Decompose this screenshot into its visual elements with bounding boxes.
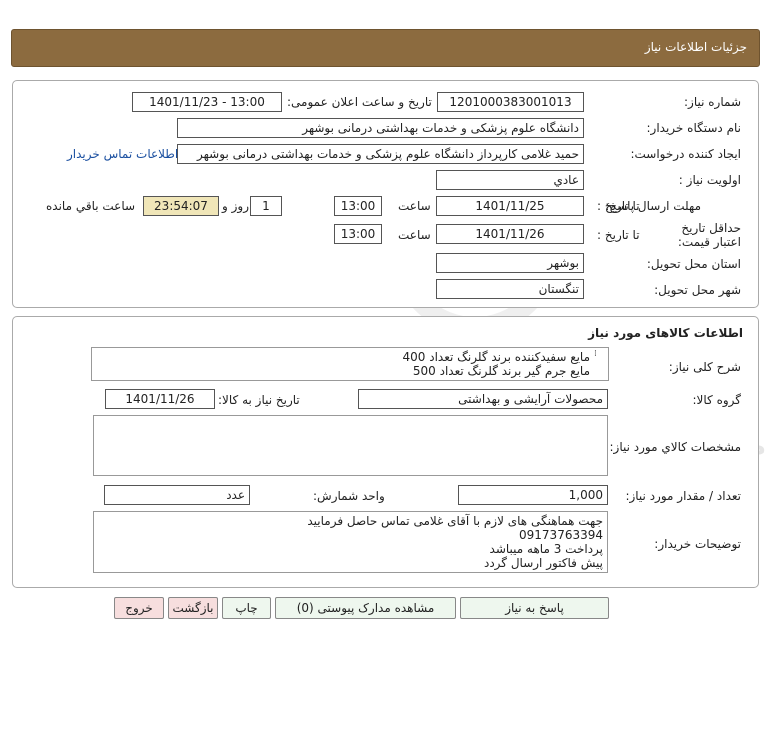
goods-section-title: اطلاعات کالاهای مورد نیاز	[588, 326, 743, 340]
days-field: 1	[250, 196, 282, 216]
reply-to-date-label: تا تاریخ :	[597, 199, 640, 213]
buyer-org-field: دانشگاه علوم پزشکی و خدمات بهداشتی درمان…	[177, 118, 584, 138]
reply-date-field: 1401/11/25	[436, 196, 584, 216]
description-field: مایع سفیدکننده برند گلرنگ تعداد 400 مایع…	[91, 347, 609, 381]
validity-to-date-label: تا تاریخ :	[597, 228, 640, 242]
qty-label: تعداد / مقدار مورد نیاز:	[625, 489, 741, 503]
need-number-field: 1201000383001013	[437, 92, 584, 112]
print-button[interactable]: چاپ	[222, 597, 271, 619]
priority-field: عادي	[436, 170, 584, 190]
unit-label: واحد شمارش:	[313, 489, 385, 503]
reply-time-label: ساعت	[398, 199, 431, 213]
back-button[interactable]: بازگشت	[168, 597, 218, 619]
note-line-4: پیش فاکتور ارسال گردد	[483, 556, 603, 570]
remaining-label: ساعت باقي مانده	[46, 199, 136, 213]
validity-label: حداقل تاریخ اعتبار قیمت:	[677, 221, 741, 249]
validity-time-field: 13:00	[334, 224, 382, 244]
city-label: شهر محل تحویل:	[654, 283, 741, 297]
city-field: تنگستان	[436, 279, 584, 299]
reply-button[interactable]: پاسخ به نیاز	[460, 597, 609, 619]
province-field: بوشهر	[436, 253, 584, 273]
description-line-2: مایع جرم گیر برند گلرنگ تعداد 500	[412, 364, 590, 378]
validity-date-field: 1401/11/26	[436, 224, 584, 244]
priority-label: اولویت نیاز :	[678, 173, 741, 187]
buyer-notes-label: توضیحات خریدار:	[654, 537, 741, 551]
days-label: روز و	[222, 199, 249, 213]
requester-label: ایجاد کننده درخواست:	[630, 147, 741, 161]
group-label: گروه کالا:	[692, 393, 742, 407]
page-title: جزئیات اطلاعات نیاز	[644, 40, 747, 54]
buyer-notes-field: جهت هماهنگی های لازم با آقای غلامی تماس …	[93, 511, 608, 573]
need-info-panel	[12, 80, 759, 308]
qty-field: 1,000	[458, 485, 608, 505]
unit-field: عدد	[104, 485, 250, 505]
exit-button[interactable]: خروج	[114, 597, 164, 619]
specs-field	[93, 415, 608, 476]
group-field: محصولات آرایشی و بهداشتی	[358, 389, 608, 409]
contact-buyer-link[interactable]: اطلاعات تماس خریدار	[67, 147, 178, 161]
requester-field: حمید غلامی کارپرداز دانشگاه علوم پزشکی و…	[177, 144, 584, 164]
province-label: استان محل تحویل:	[646, 257, 741, 271]
description-line-1: مایع سفیدکننده برند گلرنگ تعداد 400	[402, 350, 590, 364]
announce-label: تاریخ و ساعت اعلان عمومی:	[287, 95, 432, 109]
remaining-time-field: 23:54:07	[143, 196, 219, 216]
reply-time-field: 13:00	[334, 196, 382, 216]
specs-label: مشخصات کالاي مورد نیاز:	[609, 440, 741, 454]
note-line-3: پرداخت 3 ماهه میباشد	[489, 542, 603, 556]
resize-handle-icon[interactable]: ⁞	[594, 350, 597, 359]
need-number-label: شماره نیاز:	[684, 95, 741, 109]
need-date-label: تاریخ نیاز به کالا:	[218, 393, 300, 407]
page-header: جزئیات اطلاعات نیاز	[11, 29, 760, 67]
validity-time-label: ساعت	[398, 228, 431, 242]
attachments-button[interactable]: مشاهده مدارک پیوستی (0)	[275, 597, 456, 619]
announce-field: 1401/11/23 - 13:00	[132, 92, 282, 112]
description-label: شرح کلی نیاز:	[668, 360, 741, 374]
note-line-2: 09173763394	[519, 528, 603, 542]
buyer-org-label: نام دستگاه خریدار:	[646, 121, 742, 135]
need-date-field: 1401/11/26	[105, 389, 215, 409]
note-line-1: جهت هماهنگی های لازم با آقای غلامی تماس …	[307, 514, 603, 528]
